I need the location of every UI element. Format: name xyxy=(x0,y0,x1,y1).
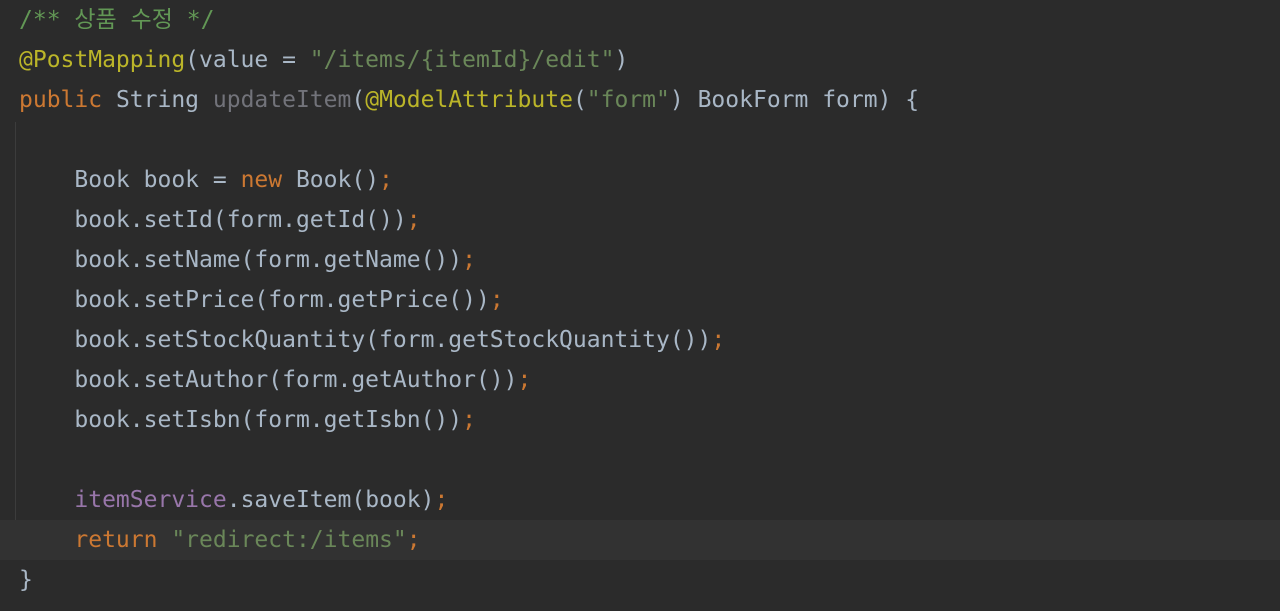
code-line[interactable]: book.setAuthor(form.getAuthor()); xyxy=(0,360,1280,400)
code-token-plain: } xyxy=(19,567,33,593)
code-token-semicolon: ; xyxy=(489,287,504,313)
code-line[interactable]: book.setStockQuantity(form.getStockQuant… xyxy=(0,320,1280,360)
code-token-plain: book.setStockQuantity(form.getStockQuant… xyxy=(19,327,712,353)
code-token-plain: ( xyxy=(351,87,366,113)
code-token-semicolon: ; xyxy=(379,167,393,193)
code-token-plain: ) BookForm form) { xyxy=(669,87,920,113)
code-token-plain: Book() xyxy=(295,167,380,193)
code-line[interactable]: @PostMapping(value = "/items/{itemId}/ed… xyxy=(0,40,1280,80)
code-line[interactable]: Book book = new Book(); xyxy=(0,160,1280,200)
code-token-semicolon: ; xyxy=(462,407,476,433)
code-token-comment: /** 상품 수정 */ xyxy=(19,7,215,33)
code-line[interactable]: public String updateItem(@ModelAttribute… xyxy=(0,80,1280,120)
code-token-plain: book.setId(form.getId()) xyxy=(19,207,407,233)
code-line[interactable] xyxy=(0,440,1280,480)
code-token-plain: ) xyxy=(614,47,629,73)
code-token-string: "/items/{itemId}/edit" xyxy=(309,47,615,73)
code-token-keyword: new xyxy=(240,167,296,193)
code-token-string: "redirect:/items" xyxy=(171,527,407,553)
code-token-plain: (value = xyxy=(185,47,310,73)
code-token-field: itemService xyxy=(74,487,227,513)
code-token-plain: String xyxy=(115,87,213,113)
code-token-plain: ( xyxy=(572,87,587,113)
code-token-semicolon: ; xyxy=(406,207,421,233)
code-line-current[interactable]: return "redirect:/items"; xyxy=(0,520,1280,560)
code-line[interactable]: /** 상품 수정 */ xyxy=(0,0,1280,40)
code-line[interactable]: book.setName(form.getName()); xyxy=(0,240,1280,280)
code-token-plain: Book book = xyxy=(19,167,241,193)
code-line[interactable] xyxy=(0,120,1280,160)
code-line[interactable]: book.setIsbn(form.getIsbn()); xyxy=(0,400,1280,440)
code-editor[interactable]: /** 상품 수정 */ @PostMapping(value = "/items… xyxy=(0,0,1280,611)
code-token-semicolon: ; xyxy=(406,527,421,553)
code-token-keyword: return xyxy=(74,527,172,553)
code-token-annotation: @ModelAttribute xyxy=(365,87,573,113)
code-line[interactable]: } xyxy=(0,560,1280,600)
code-token-semicolon: ; xyxy=(711,327,726,353)
code-token-plain: book.setAuthor(form.getAuthor()) xyxy=(19,367,518,393)
code-token-semicolon: ; xyxy=(462,247,476,273)
code-token-unused: updateItem xyxy=(212,87,352,113)
code-token-semicolon: ; xyxy=(517,367,532,393)
code-token-plain: book.setPrice(form.getPrice()) xyxy=(19,287,490,313)
code-token-plain: book.setName(form.getName()) xyxy=(19,247,463,273)
code-token-string: "form" xyxy=(586,87,670,113)
code-token-semicolon: ; xyxy=(434,487,449,513)
code-line[interactable]: book.setId(form.getId()); xyxy=(0,200,1280,240)
code-token-plain: book.setIsbn(form.getIsbn()) xyxy=(19,407,463,433)
code-token-plain: .saveItem(book) xyxy=(226,487,435,513)
code-line[interactable]: book.setPrice(form.getPrice()); xyxy=(0,280,1280,320)
code-token-annotation: @PostMapping xyxy=(19,47,186,73)
code-token-keyword: public xyxy=(19,87,116,113)
code-line[interactable]: itemService.saveItem(book); xyxy=(0,480,1280,520)
